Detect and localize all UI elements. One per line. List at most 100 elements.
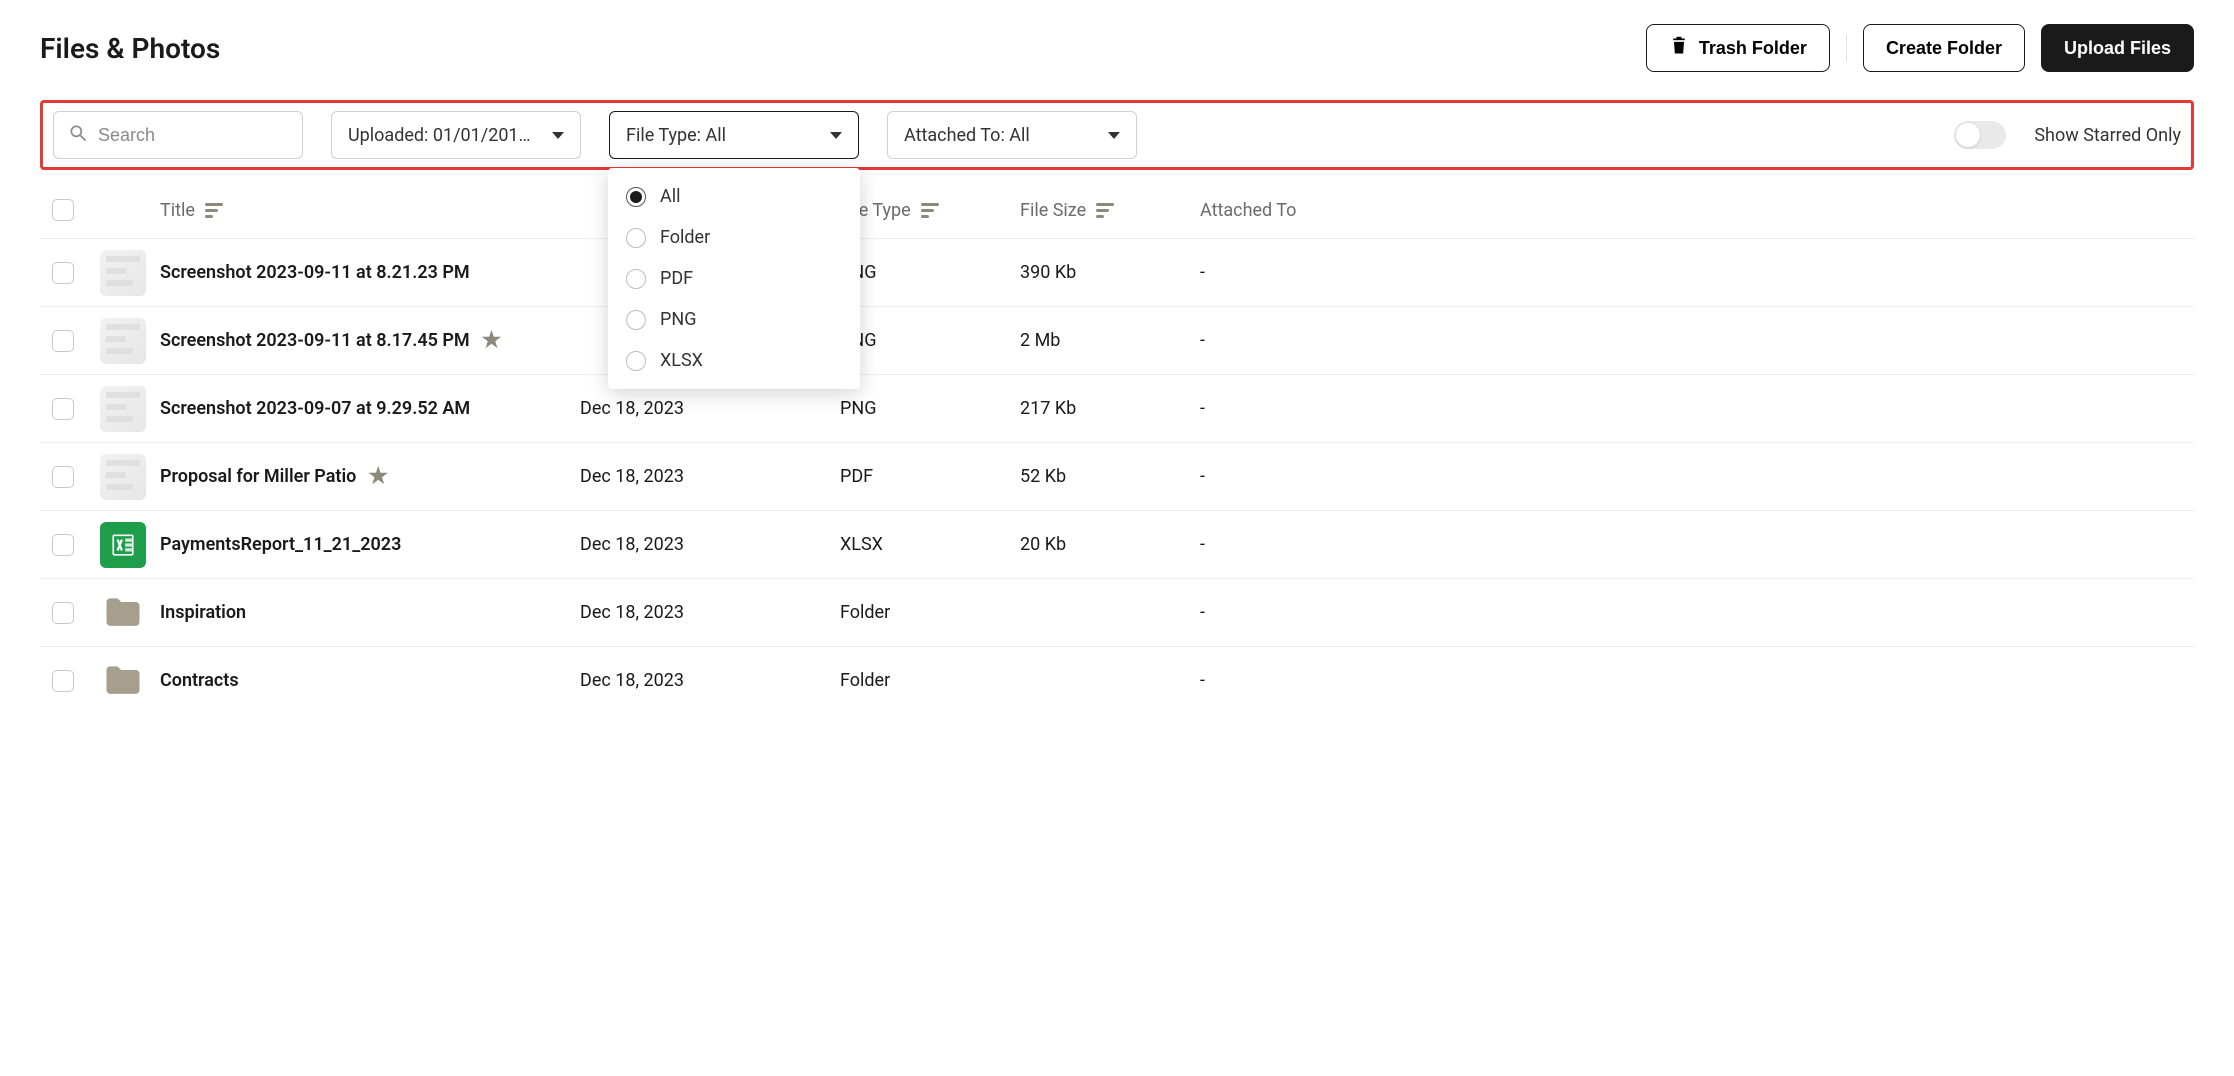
row-checkbox[interactable] <box>52 602 74 624</box>
file-thumbnail <box>100 318 146 364</box>
table-row[interactable]: PaymentsReport_11_21_2023Dec 18, 2023XLS… <box>40 510 2194 578</box>
radio-icon <box>626 228 646 248</box>
file-type-option-label: PNG <box>660 309 696 330</box>
file-thumbnail <box>100 386 146 432</box>
column-attached-to[interactable]: Attached To <box>1200 200 2194 221</box>
file-title: Screenshot 2023-09-11 at 8.17.45 PM <box>160 330 470 351</box>
file-title: Screenshot 2023-09-07 at 9.29.52 AM <box>160 398 470 419</box>
file-type: Folder <box>840 602 1020 623</box>
file-title: Screenshot 2023-09-11 at 8.21.23 PM <box>160 262 470 283</box>
create-folder-label: Create Folder <box>1886 38 2002 59</box>
table-row[interactable]: InspirationDec 18, 2023Folder- <box>40 578 2194 646</box>
attached-to-filter[interactable]: Attached To: All <box>887 111 1137 159</box>
radio-icon <box>626 310 646 330</box>
file-type-option[interactable]: PDF <box>608 258 860 299</box>
file-type: Folder <box>840 670 1020 691</box>
radio-icon <box>626 187 646 207</box>
radio-icon <box>626 269 646 289</box>
file-size: 2 Mb <box>1020 330 1200 351</box>
file-size: 52 Kb <box>1020 466 1200 487</box>
star-icon[interactable]: ★ <box>368 464 388 489</box>
file-size: 217 Kb <box>1020 398 1200 419</box>
table-row[interactable]: Screenshot 2023-09-11 at 8.21.23 PM PNG39… <box>40 238 2194 306</box>
file-date: Dec 18, 2023 <box>580 466 840 487</box>
column-title[interactable]: Title <box>160 200 580 221</box>
search-icon <box>68 123 88 147</box>
file-size: 20 Kb <box>1020 534 1200 555</box>
file-type-option[interactable]: PNG <box>608 299 860 340</box>
table-row[interactable]: Contracts Dec 18, 2023Folder - <box>40 646 2194 714</box>
sort-icon <box>1096 203 1114 218</box>
show-starred-label: Show Starred Only <box>2034 125 2181 146</box>
star-icon[interactable]: ★ <box>482 328 502 353</box>
create-folder-button[interactable]: Create Folder <box>1863 24 2025 72</box>
column-title-label: Title <box>160 200 195 221</box>
file-title: Proposal for Miller Patio <box>160 466 356 487</box>
search-input[interactable] <box>98 125 288 146</box>
upload-files-button[interactable]: Upload Files <box>2041 24 2194 72</box>
column-file-type[interactable]: File Type <box>840 200 1020 221</box>
row-checkbox[interactable] <box>52 398 74 420</box>
chevron-down-icon <box>1108 132 1120 139</box>
search-input-wrap[interactable] <box>53 111 303 159</box>
uploaded-filter[interactable]: Uploaded: 01/01/201… <box>331 111 581 159</box>
column-file-size[interactable]: File Size <box>1020 200 1200 221</box>
column-file-size-label: File Size <box>1020 200 1086 221</box>
attached-to-filter-label: Attached To: All <box>904 125 1030 146</box>
files-table: Title File Type File Size Attached To Sc… <box>40 182 2194 714</box>
file-date: Dec 18, 2023 <box>580 670 840 691</box>
file-attached-to: - <box>1200 670 2194 691</box>
file-type: PNG <box>840 398 1020 419</box>
file-date: Dec 18, 2023 <box>580 398 840 419</box>
file-type-filter[interactable]: File Type: All AllFolderPDFPNGXLSX <box>609 111 859 159</box>
file-date: Dec 18, 2023 <box>580 602 840 623</box>
file-title: Contracts <box>160 670 239 691</box>
file-type-option[interactable]: Folder <box>608 217 860 258</box>
file-attached-to: - <box>1200 330 2194 351</box>
filter-bar: Uploaded: 01/01/201… File Type: All AllF… <box>40 100 2194 170</box>
file-attached-to: - <box>1200 466 2194 487</box>
row-checkbox[interactable] <box>52 330 74 352</box>
radio-icon <box>626 351 646 371</box>
file-type: XLSX <box>840 534 1020 555</box>
row-checkbox[interactable] <box>52 670 74 692</box>
table-header: Title File Type File Size Attached To <box>40 182 2194 238</box>
trash-folder-label: Trash Folder <box>1699 38 1807 59</box>
folder-icon <box>100 658 146 704</box>
page-title: Files & Photos <box>40 32 220 65</box>
table-row[interactable]: Screenshot 2023-09-07 at 9.29.52 AM Dec 1… <box>40 374 2194 442</box>
file-type-option-label: All <box>660 186 681 207</box>
file-size: 390 Kb <box>1020 262 1200 283</box>
file-type: PNG <box>840 330 1020 351</box>
file-type-option[interactable]: All <box>608 176 860 217</box>
file-type: PDF <box>840 466 1020 487</box>
xlsx-icon <box>100 522 146 568</box>
table-row[interactable]: Proposal for Miller Patio ★ Dec 18, 2023PD… <box>40 442 2194 510</box>
file-attached-to: - <box>1200 602 2194 623</box>
file-thumbnail <box>100 250 146 296</box>
uploaded-filter-label: Uploaded: 01/01/201… <box>348 125 531 146</box>
file-thumbnail <box>100 454 146 500</box>
file-type-option-label: Folder <box>660 227 710 248</box>
file-type-option[interactable]: XLSX <box>608 340 860 381</box>
file-attached-to: - <box>1200 262 2194 283</box>
file-attached-to: - <box>1200 534 2194 555</box>
table-row[interactable]: Screenshot 2023-09-11 at 8.17.45 PM★PNG2… <box>40 306 2194 374</box>
file-type: PNG <box>840 262 1020 283</box>
show-starred-toggle[interactable] <box>1954 121 2006 149</box>
row-checkbox[interactable] <box>52 534 74 556</box>
file-type-filter-label: File Type: All <box>626 125 726 146</box>
sort-icon <box>921 203 939 218</box>
file-type-menu: All Folder PDF PNG XLSX <box>608 168 860 389</box>
select-all-checkbox[interactable] <box>52 199 74 221</box>
row-checkbox[interactable] <box>52 466 74 488</box>
file-type-option-label: PDF <box>660 268 693 289</box>
upload-files-label: Upload Files <box>2064 38 2171 59</box>
sort-icon <box>205 203 223 218</box>
column-attached-to-label: Attached To <box>1200 200 1296 221</box>
divider <box>1846 34 1847 62</box>
file-date: Dec 18, 2023 <box>580 534 840 555</box>
trash-folder-button[interactable]: Trash Folder <box>1646 24 1830 72</box>
row-checkbox[interactable] <box>52 262 74 284</box>
chevron-down-icon <box>552 132 564 139</box>
